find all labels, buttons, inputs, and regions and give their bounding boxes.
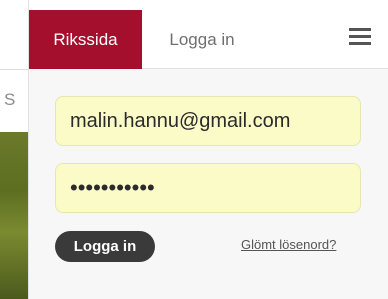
menu-bar (349, 35, 371, 38)
background-page: S (0, 0, 28, 299)
menu-bar (349, 28, 371, 31)
menu-bar (349, 42, 371, 45)
background-image (0, 132, 28, 299)
tab-rikssida[interactable]: Rikssida (29, 10, 142, 69)
hamburger-menu-icon[interactable] (349, 28, 371, 46)
login-panel: Rikssida Logga in Logga in Glömt lösenor… (28, 0, 388, 299)
password-field[interactable] (55, 163, 361, 213)
background-partial-text: S (4, 90, 16, 109)
divider (0, 69, 28, 70)
tab-logga-in[interactable]: Logga in (142, 10, 262, 69)
email-field[interactable] (55, 96, 361, 146)
login-button[interactable]: Logga in (55, 231, 155, 262)
panel-header: Rikssida Logga in (29, 0, 388, 69)
forgot-password-link[interactable]: Glömt lösenord? (241, 237, 336, 252)
